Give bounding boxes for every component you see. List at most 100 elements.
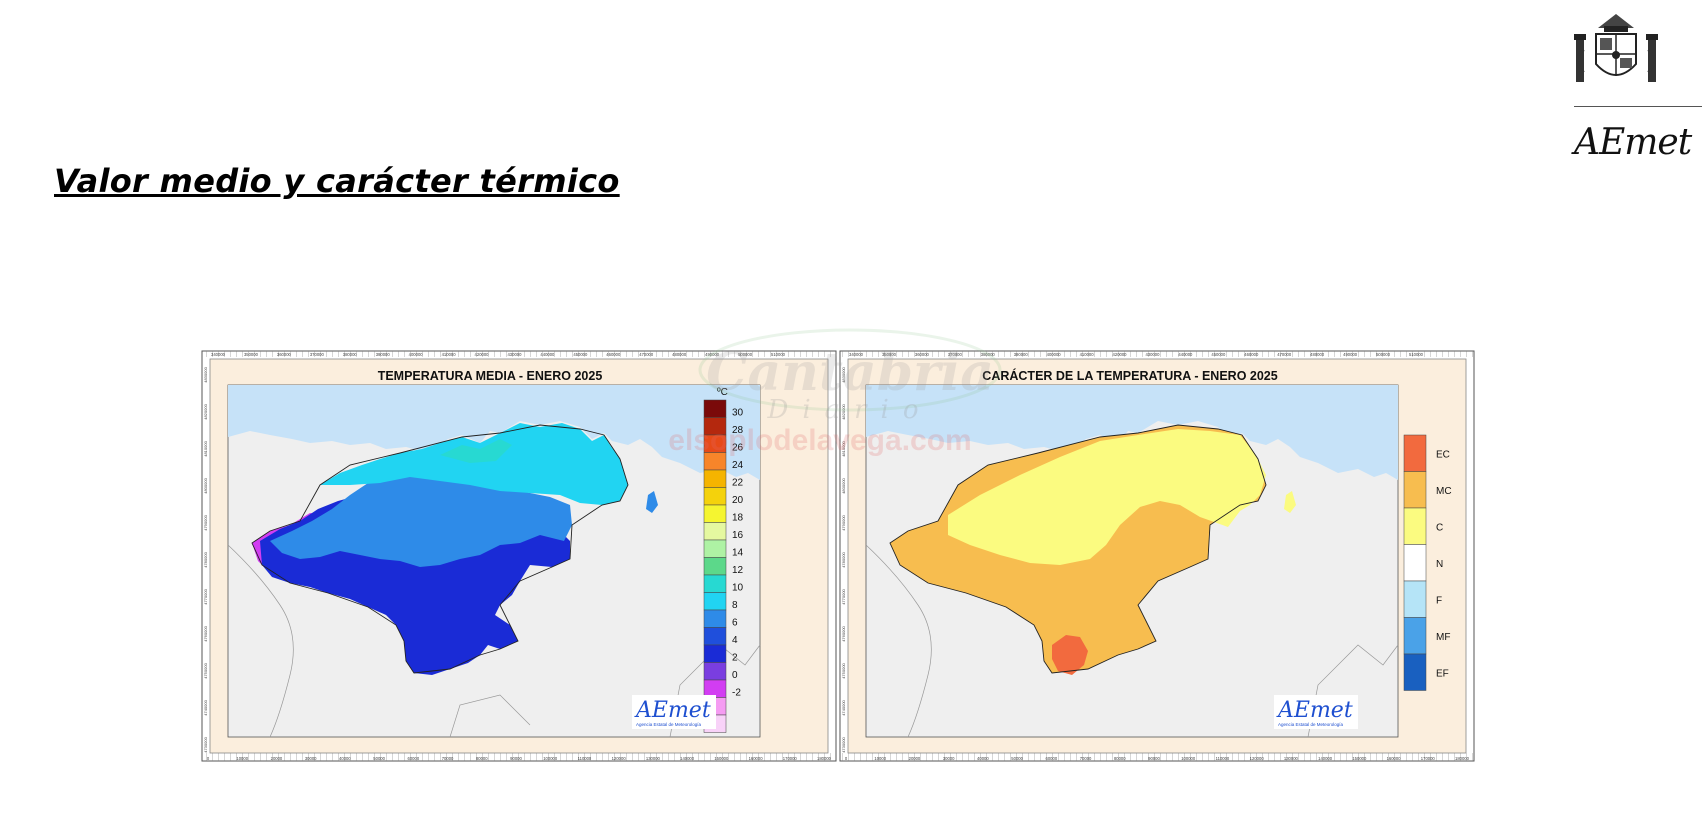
temperature-map-panel: TEMPERATURA MEDIA - ENERO 2025 ºC 302826…: [201, 350, 837, 762]
axis-tick-label: 490000: [705, 352, 720, 357]
axis-tick-label: 4810000: [841, 440, 846, 456]
axis-tick-label: 50000: [373, 756, 385, 761]
axis-tick-label: 60000: [1046, 756, 1058, 761]
legend-label: 4: [732, 635, 738, 646]
temperature-character-map-panel: CARÁCTER DE LA TEMPERATURA - ENERO 2025 …: [839, 350, 1475, 762]
axis-tick-label: 180000: [1455, 756, 1470, 761]
axis-tick-label: 470000: [639, 352, 654, 357]
axis-tick-label: 400000: [409, 352, 424, 357]
axis-tick-label: 40000: [977, 756, 989, 761]
axis-tick-label: 440000: [1178, 352, 1193, 357]
legend-swatch: [703, 487, 727, 506]
map-left-title: TEMPERATURA MEDIA - ENERO 2025: [378, 369, 603, 383]
legend-label: C: [1436, 522, 1443, 533]
axis-tick-label: 360000: [915, 352, 930, 357]
axis-tick-label: 450000: [573, 352, 588, 357]
legend-swatch: [703, 679, 727, 698]
legend-label: N: [1436, 559, 1443, 570]
legend-label: EC: [1436, 449, 1450, 460]
axis-tick-label: 80000: [476, 756, 488, 761]
axis-tick-label: 470000: [1277, 352, 1292, 357]
axis-tick-label: 160000: [1387, 756, 1402, 761]
legend-swatch: [1403, 507, 1427, 545]
legend-swatch: [703, 434, 727, 453]
map-left-unit: ºC: [717, 387, 728, 398]
legend-label: EF: [1436, 668, 1449, 679]
axis-tick-label: 4790000: [841, 514, 846, 530]
legend-label: 24: [732, 460, 744, 471]
axis-tick-label: 510000: [771, 352, 786, 357]
legend-swatch: [703, 504, 727, 523]
legend-swatch: [1403, 471, 1427, 509]
axis-tick-label: 20000: [909, 756, 921, 761]
map-right-title: CARÁCTER DE LA TEMPERATURA - ENERO 2025: [982, 368, 1277, 383]
axis-tick-label: 480000: [1310, 352, 1325, 357]
legend-label: F: [1436, 595, 1442, 606]
axis-tick-label: 4830000: [203, 366, 208, 382]
axis-tick-label: 4830000: [841, 366, 846, 382]
axis-tick-label: 140000: [1318, 756, 1333, 761]
axis-tick-label: 160000: [749, 756, 764, 761]
axis-tick-label: 340000: [211, 352, 226, 357]
legend-swatch: [703, 592, 727, 611]
maps-figure: TEMPERATURA MEDIA - ENERO 2025 ºC 302826…: [201, 350, 1475, 762]
axis-tick-label: 4730000: [841, 736, 846, 752]
coat-of-arms-icon: [1574, 14, 1658, 82]
axis-tick-label: 460000: [1244, 352, 1259, 357]
axis-tick-label: 410000: [442, 352, 457, 357]
legend-label: 12: [732, 565, 744, 576]
axis-tick-label: 4820000: [841, 403, 846, 419]
axis-tick-label: 360000: [277, 352, 292, 357]
axis-tick-label: 30000: [305, 756, 317, 761]
axis-tick-label: 4770000: [841, 588, 846, 604]
axis-tick-label: 120000: [1250, 756, 1265, 761]
legend-label: 26: [732, 443, 744, 454]
legend-swatch: [703, 644, 727, 663]
map-left-logo-sub: Agencia Estatal de Meteorología: [636, 722, 702, 727]
legend-swatch: [703, 574, 727, 593]
axis-tick-label: 60000: [408, 756, 420, 761]
legend-swatch: [703, 399, 727, 418]
axis-tick-label: 170000: [1421, 756, 1436, 761]
axis-tick-label: 4800000: [841, 477, 846, 493]
axis-tick-label: 70000: [442, 756, 454, 761]
map-right-logo: AEmet: [1276, 698, 1353, 723]
axis-tick-label: 4750000: [203, 662, 208, 678]
axis-tick-label: 4730000: [203, 736, 208, 752]
axis-tick-label: 30000: [943, 756, 955, 761]
axis-tick-label: 4780000: [841, 551, 846, 567]
legend-swatch: [1403, 434, 1427, 472]
axis-tick-label: 430000: [507, 352, 522, 357]
axis-tick-label: 4800000: [203, 477, 208, 493]
legend-label: 20: [732, 495, 744, 506]
legend-label: 2: [732, 653, 738, 664]
axis-tick-label: 110000: [578, 756, 592, 761]
axis-tick-label: 40000: [339, 756, 351, 761]
axis-tick-label: 4790000: [203, 514, 208, 530]
legend-label: 16: [732, 530, 744, 541]
legend-swatch: [703, 539, 727, 558]
axis-tick-label: 500000: [738, 352, 753, 357]
legend-swatch: [703, 662, 727, 681]
legend-swatch: [703, 469, 727, 488]
legend-swatch: [703, 417, 727, 436]
legend-swatch: [1403, 544, 1427, 582]
axis-tick-label: 450000: [1211, 352, 1226, 357]
axis-tick-label: 390000: [376, 352, 391, 357]
legend-label: 10: [732, 583, 744, 594]
axis-tick-label: 170000: [783, 756, 798, 761]
axis-tick-label: 380000: [981, 352, 996, 357]
legend-swatch: [1403, 653, 1427, 691]
legend-label: 18: [732, 513, 744, 524]
axis-tick-label: 4810000: [203, 440, 208, 456]
axis-tick-label: 80000: [1114, 756, 1126, 761]
axis-tick-label: 70000: [1080, 756, 1092, 761]
axis-tick-label: 150000: [1352, 756, 1367, 761]
axis-tick-label: 350000: [244, 352, 259, 357]
axis-tick-label: 4740000: [203, 699, 208, 715]
axis-tick-label: 110000: [1216, 756, 1230, 761]
axis-tick-label: 100000: [1181, 756, 1196, 761]
legend-label: 22: [732, 478, 744, 489]
legend-swatch: [703, 452, 727, 471]
axis-tick-label: 4770000: [203, 588, 208, 604]
